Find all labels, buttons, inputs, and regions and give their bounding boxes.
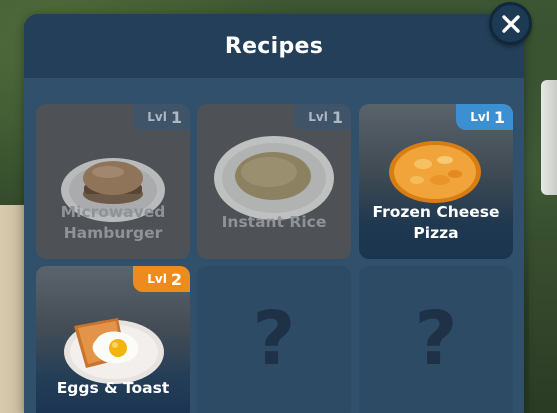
recipe-name-line1: Instant Rice bbox=[221, 213, 327, 231]
recipe-card-undiscovered[interactable]: ? bbox=[197, 266, 351, 413]
level-label: Lvl bbox=[308, 110, 328, 124]
recipe-name: Frozen Cheese Pizza bbox=[359, 202, 513, 244]
level-label: Lvl bbox=[147, 110, 167, 124]
recipe-card-undiscovered[interactable]: ? bbox=[359, 266, 513, 413]
recipe-name: Microwaved Hamburger bbox=[36, 202, 190, 244]
pizza-icon bbox=[389, 141, 481, 203]
level-badge: Lvl 2 bbox=[133, 266, 190, 292]
recipe-name-line2: Pizza bbox=[413, 224, 459, 242]
panel-title: Recipes bbox=[224, 33, 324, 59]
recipe-name: Eggs & Toast bbox=[36, 378, 190, 399]
level-badge: Lvl 1 bbox=[294, 104, 351, 130]
level-number: 1 bbox=[331, 107, 343, 127]
recipe-card-microwaved-hamburger[interactable]: Lvl 1 Microwaved Hamburger bbox=[36, 104, 190, 259]
level-label: Lvl bbox=[147, 272, 167, 286]
background-post bbox=[541, 80, 557, 195]
recipe-grid: Lvl 1 Microwaved Hamburger Lvl 1 Instant… bbox=[24, 78, 524, 413]
level-label: Lvl bbox=[470, 110, 490, 124]
background-ground bbox=[529, 240, 557, 413]
level-badge: Lvl 1 bbox=[133, 104, 190, 130]
recipes-panel: Recipes Lvl 1 Microwaved Hamburger Lvl 1… bbox=[24, 14, 524, 413]
level-number: 1 bbox=[493, 107, 505, 127]
close-icon bbox=[501, 14, 520, 33]
level-badge: Lvl 1 bbox=[456, 104, 513, 130]
recipe-name-line1: Frozen Cheese bbox=[372, 203, 500, 221]
close-button[interactable] bbox=[489, 2, 532, 45]
recipe-name-line1: Microwaved bbox=[60, 203, 166, 221]
recipe-card-instant-rice[interactable]: Lvl 1 Instant Rice bbox=[197, 104, 351, 259]
recipe-card-eggs-toast[interactable]: Lvl 2 Eggs & Toast bbox=[36, 266, 190, 413]
recipe-card-frozen-cheese-pizza[interactable]: Lvl 1 Frozen Cheese Pizza bbox=[359, 104, 513, 259]
question-mark-icon: ? bbox=[252, 296, 296, 382]
level-number: 2 bbox=[170, 269, 182, 289]
question-mark-icon: ? bbox=[414, 296, 458, 382]
recipe-name-line1: Eggs & Toast bbox=[56, 379, 170, 397]
recipe-name-line2: Hamburger bbox=[63, 224, 163, 242]
level-number: 1 bbox=[170, 107, 182, 127]
recipe-name: Instant Rice bbox=[197, 212, 351, 233]
panel-header: Recipes bbox=[24, 14, 524, 78]
